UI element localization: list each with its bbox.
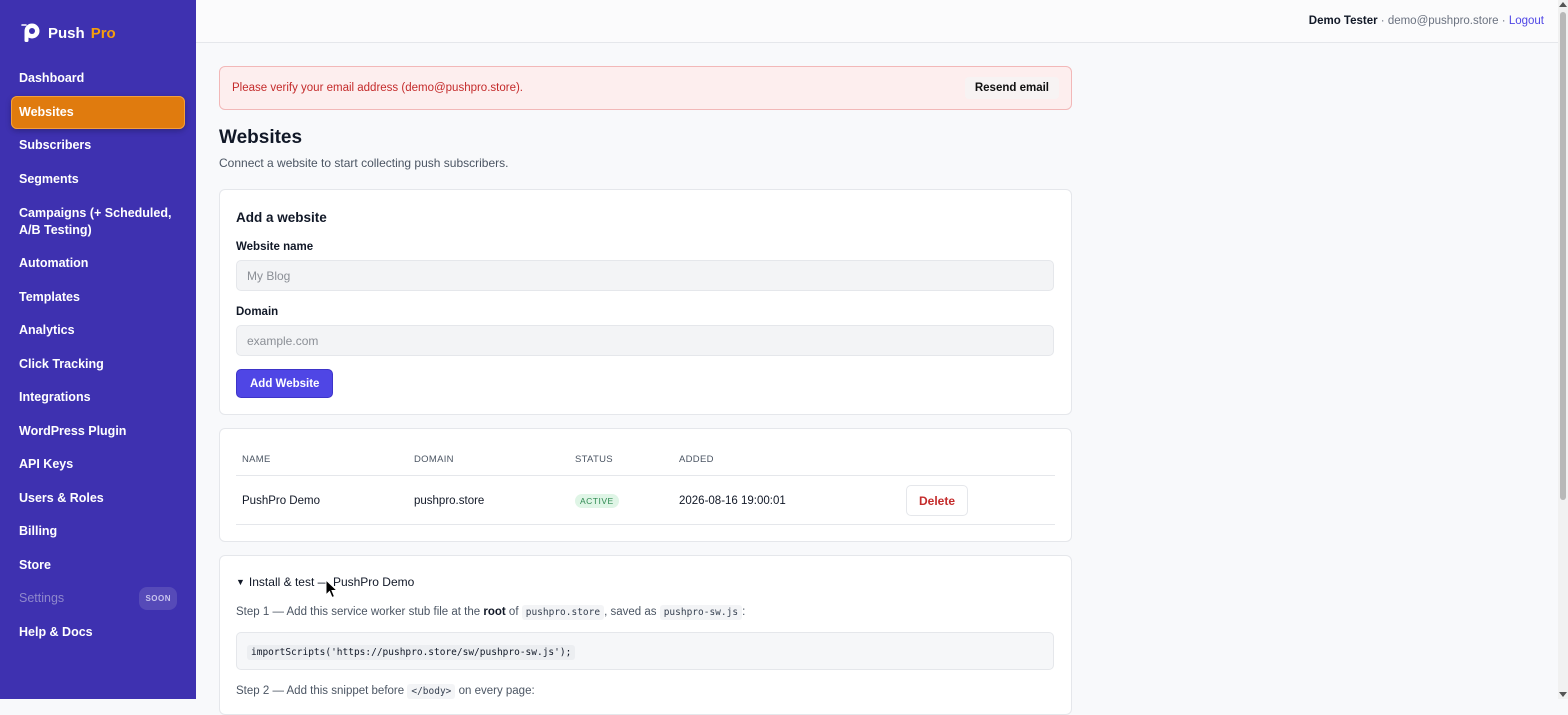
sidebar-item-campaigns[interactable]: Campaigns (+ Scheduled, A/B Testing): [11, 196, 185, 247]
sidebar-item-dashboard[interactable]: Dashboard: [11, 62, 185, 96]
brand-name-push: Push: [48, 24, 85, 42]
sidebar-item-billing[interactable]: Billing: [11, 515, 185, 549]
sidebar-item-help-docs[interactable]: Help & Docs: [11, 616, 185, 650]
add-website-card: Add a website Website name Domain Add We…: [219, 189, 1072, 415]
sidebar-item-label: Dashboard: [19, 71, 85, 86]
website-name-cell: PushPro Demo: [242, 495, 320, 507]
sidebar-item-integrations[interactable]: Integrations: [11, 381, 185, 415]
sidebar-item-label: Automation: [19, 256, 89, 271]
brand-name-pro: Pro: [90, 24, 116, 42]
page-scrollbar[interactable]: [1558, 0, 1568, 699]
service-worker-code: importScripts('https://pushpro.store/sw/…: [247, 645, 576, 660]
sidebar-item-label: Templates: [19, 289, 80, 304]
page-title: Websites: [219, 127, 303, 148]
sidebar-item-settings: Settings SOON: [11, 582, 185, 616]
sidebar-nav: Dashboard Websites Subscribers Segments …: [0, 62, 196, 649]
step-bold: root: [483, 606, 506, 618]
mouse-cursor-icon: [325, 579, 339, 599]
body-tag-code: </body>: [407, 684, 456, 699]
sidebar-item-automation[interactable]: Automation: [11, 247, 185, 281]
step-text: of: [505, 606, 522, 618]
step-text: Step 1 — Add this service worker stub fi…: [236, 606, 484, 618]
install-step-1: Step 1 — Add this service worker stub fi…: [236, 605, 746, 620]
add-website-button[interactable]: Add Website: [236, 369, 334, 398]
sidebar-item-store[interactable]: Store: [11, 549, 185, 583]
sidebar-item-label: Help & Docs: [19, 624, 93, 639]
domain-code: pushpro.store: [521, 605, 605, 620]
sidebar-item-wordpress-plugin[interactable]: WordPress Plugin: [11, 415, 185, 449]
sidebar-item-label: Billing: [19, 524, 58, 539]
sidebar-item-label: API Keys: [19, 457, 74, 472]
scroll-down-arrow-icon[interactable]: [1559, 692, 1567, 697]
service-worker-code-block[interactable]: importScripts('https://pushpro.store/sw/…: [236, 632, 1054, 670]
column-header-status: STATUS: [575, 454, 613, 465]
sidebar-item-label: Websites: [19, 104, 74, 119]
user-name: Demo Tester: [1308, 15, 1378, 27]
delete-website-button[interactable]: Delete: [906, 485, 968, 516]
status-badge: ACTIVE: [575, 494, 619, 508]
column-header-name: NAME: [242, 454, 271, 465]
website-added-cell: 2026-08-16 19:00:01: [679, 495, 786, 507]
sidebar-item-users-roles[interactable]: Users & Roles: [11, 482, 185, 516]
sidebar-item-label: Click Tracking: [19, 356, 104, 371]
website-domain-cell: pushpro.store: [414, 495, 485, 507]
step-text: on every page:: [455, 685, 535, 697]
sidebar-item-api-keys[interactable]: API Keys: [11, 448, 185, 482]
sidebar-item-label: Settings: [19, 591, 65, 606]
user-email: demo@pushpro.store: [1387, 15, 1499, 27]
step-text: , saved as: [604, 606, 660, 618]
pushpro-logo-icon: [21, 23, 40, 42]
step-text: Step 2 — Add this snippet before: [236, 685, 408, 697]
sidebar-item-websites[interactable]: Websites: [11, 95, 185, 129]
user-info: Demo Tester · demo@pushpro.store · Logou…: [1309, 15, 1544, 27]
websites-table-card: NAME DOMAIN STATUS ADDED PushPro Demo pu…: [219, 428, 1072, 542]
sidebar-item-label: Users & Roles: [19, 490, 104, 505]
sidebar-item-click-tracking[interactable]: Click Tracking: [11, 348, 185, 382]
install-step-2: Step 2 — Add this snippet before </body>…: [236, 684, 535, 699]
add-website-title: Add a website: [236, 210, 327, 225]
page-subtitle: Connect a website to start collecting pu…: [219, 156, 509, 170]
scrollbar-thumb[interactable]: [1560, 12, 1566, 500]
sidebar-item-label: Campaigns (+ Scheduled, A/B Testing): [19, 205, 172, 237]
sidebar-item-subscribers[interactable]: Subscribers: [11, 129, 185, 163]
logout-link[interactable]: Logout: [1509, 15, 1544, 27]
alert-message: Please verify your email address (demo@p…: [232, 82, 523, 94]
soon-badge: SOON: [139, 587, 177, 611]
sidebar-item-label: Segments: [19, 171, 79, 186]
sidebar-item-segments[interactable]: Segments: [11, 163, 185, 197]
column-header-added: ADDED: [679, 454, 714, 465]
sidebar-item-label: Integrations: [19, 390, 91, 405]
domain-label: Domain: [236, 306, 279, 318]
top-bar: Demo Tester · demo@pushpro.store · Logou…: [196, 0, 1558, 43]
table-header: NAME DOMAIN STATUS ADDED: [236, 454, 1055, 476]
website-name-input[interactable]: [236, 260, 1054, 291]
sidebar-item-label: Store: [19, 557, 51, 572]
separator: ·: [1498, 15, 1509, 27]
column-header-domain: DOMAIN: [414, 454, 454, 465]
table-row: PushPro Demo pushpro.store ACTIVE 2026-0…: [236, 477, 1055, 525]
brand-logo[interactable]: Push Pro: [20, 22, 116, 44]
separator: ·: [1377, 15, 1388, 27]
filename-code: pushpro-sw.js: [659, 605, 743, 620]
domain-input[interactable]: [236, 325, 1054, 356]
sidebar: Push Pro Dashboard Websites Subscribers …: [0, 0, 196, 699]
scroll-up-arrow-icon[interactable]: [1559, 2, 1567, 7]
sidebar-item-label: Analytics: [19, 323, 75, 338]
expanded-triangle-icon: ▼: [236, 577, 245, 587]
sidebar-item-label: WordPress Plugin: [19, 423, 127, 438]
sidebar-item-analytics[interactable]: Analytics: [11, 314, 185, 348]
sidebar-item-label: Subscribers: [19, 138, 92, 153]
install-test-card: ▼ Install & test — PushPro Demo Step 1 —…: [219, 555, 1072, 715]
resend-email-button[interactable]: Resend email: [964, 77, 1059, 99]
step-text: :: [742, 606, 746, 618]
website-name-label: Website name: [236, 241, 314, 253]
verify-email-alert: Please verify your email address (demo@p…: [219, 66, 1072, 110]
sidebar-item-templates[interactable]: Templates: [11, 281, 185, 315]
